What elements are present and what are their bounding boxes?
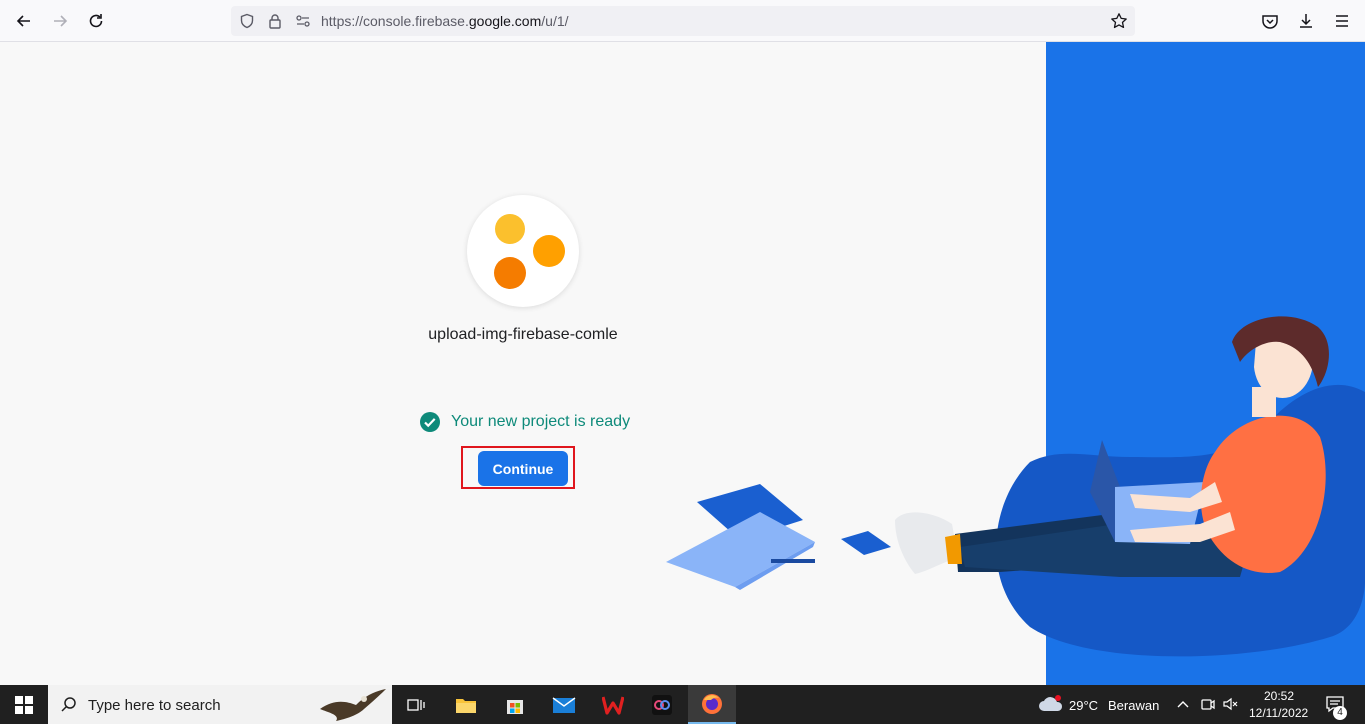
continue-button[interactable]: Continue — [478, 451, 568, 486]
lock-icon[interactable] — [267, 13, 283, 29]
project-logo — [467, 195, 579, 307]
mail-icon[interactable] — [545, 685, 583, 724]
url-suffix: /u/1/ — [541, 13, 569, 29]
weather-temperature[interactable]: 29°C — [1069, 698, 1098, 713]
person-with-laptop-illustration — [666, 316, 1365, 657]
status-text: Your new project is ready — [451, 413, 631, 430]
url-prefix: https://console.firebase. — [321, 13, 469, 29]
speaker-muted-icon[interactable] — [1222, 696, 1238, 717]
url-text[interactable]: https://console.firebase.google.com/u/1/ — [321, 13, 569, 29]
download-icon[interactable] — [1296, 11, 1316, 31]
pocket-icon[interactable] — [1260, 11, 1280, 31]
meet-now-icon[interactable] — [1200, 696, 1216, 717]
file-explorer-icon[interactable] — [447, 685, 485, 724]
chevron-up-icon[interactable] — [1176, 697, 1190, 716]
project-name: upload-img-firebase-comle — [428, 326, 618, 343]
project-dots-icon — [494, 214, 565, 289]
address-bar[interactable]: https://console.firebase.google.com/u/1/ — [231, 6, 1135, 36]
bookmark-star-icon[interactable] — [1110, 12, 1128, 30]
forward-arrow-icon[interactable] — [50, 11, 70, 31]
search-icon — [61, 697, 76, 712]
task-view-icon[interactable] — [398, 685, 434, 724]
creative-cloud-icon[interactable] — [643, 685, 681, 724]
reload-icon[interactable] — [86, 11, 106, 31]
page-content: upload-img-firebase-comle Your new proje… — [0, 42, 1365, 685]
taskbar-search-box[interactable]: Type here to search — [48, 685, 392, 724]
project-ready-status: Your new project is ready — [419, 411, 630, 433]
check-circle-icon — [420, 412, 440, 432]
notification-count-badge: 4 — [1333, 706, 1347, 720]
browser-toolbar: https://console.firebase.google.com/u/1/ — [0, 0, 1365, 42]
clock-date[interactable]: 12/11/2022 — [1249, 706, 1308, 720]
url-domain: google.com — [468, 13, 542, 29]
search-placeholder: Type here to search — [88, 697, 221, 714]
eagle-search-highlight-icon — [320, 689, 386, 721]
shield-icon[interactable] — [239, 13, 255, 29]
weather-cloud-icon[interactable] — [1038, 694, 1064, 719]
menu-icon[interactable] — [1332, 11, 1352, 31]
permissions-icon[interactable] — [295, 13, 311, 29]
back-arrow-icon[interactable] — [14, 11, 34, 31]
wps-office-icon[interactable] — [594, 685, 632, 724]
microsoft-store-icon[interactable] — [496, 685, 534, 724]
weather-description[interactable]: Berawan — [1108, 698, 1159, 713]
windows-start-icon[interactable] — [0, 685, 48, 724]
clock-time[interactable]: 20:52 — [1264, 689, 1294, 703]
windows-taskbar: Type here to search 29°C Berawan 20:52 1… — [0, 685, 1365, 724]
firefox-taskbar-icon[interactable] — [688, 685, 736, 724]
